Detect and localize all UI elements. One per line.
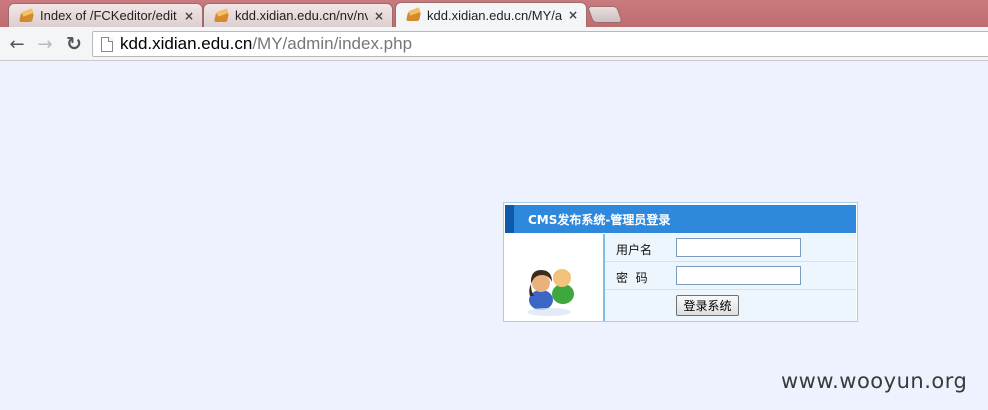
tab-title: Index of /FCKeditor/edit xyxy=(40,8,177,23)
close-tab-icon[interactable]: × xyxy=(372,9,386,23)
login-submit-button[interactable]: 登录系统 xyxy=(676,295,739,316)
tab-fckeditor-index[interactable]: Index of /FCKeditor/edit × xyxy=(8,3,203,27)
tab-title: kdd.xidian.edu.cn/nv/nv xyxy=(235,8,368,23)
reload-icon[interactable]: ↻ xyxy=(63,33,85,55)
close-tab-icon[interactable]: × xyxy=(566,8,580,22)
password-input[interactable] xyxy=(676,266,801,285)
password-label: 密 码 xyxy=(616,271,648,285)
url-path: /MY/admin/index.php xyxy=(252,34,413,53)
password-row: 密 码 xyxy=(605,262,856,290)
avatar-column xyxy=(505,234,603,321)
new-tab-button[interactable] xyxy=(586,6,624,23)
site-favicon-icon xyxy=(406,8,422,22)
page-icon xyxy=(101,36,113,52)
admin-login-panel: CMS发布系统-管理员登录 用户名 密 码 登录系统 xyxy=(503,202,858,322)
forward-arrow-icon[interactable]: → xyxy=(34,33,56,55)
browser-toolbar: ← → ↻ kdd.xidian.edu.cn/MY/admin/index.p… xyxy=(0,27,988,61)
tab-kdd-nv[interactable]: kdd.xidian.edu.cn/nv/nv × xyxy=(203,3,393,27)
site-favicon-icon xyxy=(19,9,35,23)
tab-kdd-admin-active[interactable]: kdd.xidian.edu.cn/MY/a × xyxy=(395,2,587,27)
tab-title: kdd.xidian.edu.cn/MY/a xyxy=(427,7,562,23)
back-arrow-icon[interactable]: ← xyxy=(6,33,28,55)
username-input[interactable] xyxy=(676,238,801,257)
url-text[interactable]: kdd.xidian.edu.cn/MY/admin/index.php xyxy=(120,34,412,54)
username-row: 用户名 xyxy=(605,234,856,262)
tab-strip: Index of /FCKeditor/edit × kdd.xidian.ed… xyxy=(0,0,988,27)
watermark-text: www.wooyun.org xyxy=(781,369,968,393)
login-form: 用户名 密 码 登录系统 xyxy=(605,234,856,321)
address-bar[interactable]: kdd.xidian.edu.cn/MY/admin/index.php xyxy=(92,31,988,57)
site-favicon-icon xyxy=(214,9,230,23)
url-host: kdd.xidian.edu.cn xyxy=(120,34,253,53)
close-tab-icon[interactable]: × xyxy=(182,9,196,23)
login-panel-title: CMS发布系统-管理员登录 xyxy=(505,205,856,233)
username-label: 用户名 xyxy=(616,243,653,257)
users-icon xyxy=(527,269,574,316)
